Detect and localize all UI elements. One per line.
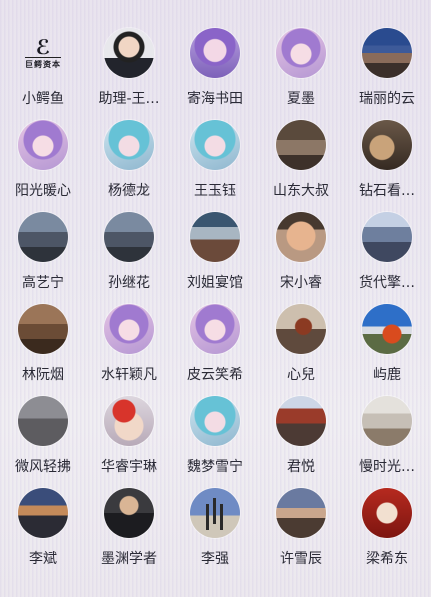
contact-name: 高艺宁	[22, 275, 64, 291]
contact-name: 慢时光…	[359, 459, 415, 475]
contact-item[interactable]: 魏梦雪宁	[172, 396, 258, 488]
store-photo-avatar	[362, 212, 412, 262]
contact-name: 许雪辰	[280, 551, 322, 567]
contact-name: 李强	[201, 551, 229, 567]
contact-item[interactable]: 阳光暖心	[0, 120, 86, 212]
contact-item[interactable]: 屿鹿	[344, 304, 430, 396]
hall-photo-avatar	[190, 212, 240, 262]
contact-item[interactable]: 孙继花	[86, 212, 172, 304]
contact-item[interactable]: 宋小睿	[258, 212, 344, 304]
anime-avatar	[104, 120, 154, 170]
gate-photo-avatar	[362, 396, 412, 446]
contact-item[interactable]: 许雪辰	[258, 488, 344, 580]
room-photo-avatar	[276, 120, 326, 170]
contact-grid: ℰ 巨鳄资本 小鳄鱼 助理-王… 寄海书田 夏墨 瑞丽的云 阳光暖心 杨德龙 王…	[0, 28, 431, 580]
contact-item[interactable]: 高艺宁	[0, 212, 86, 304]
contact-item[interactable]: 李强	[172, 488, 258, 580]
person-avatar	[104, 28, 154, 78]
contact-item[interactable]: 刘姐宴馆	[172, 212, 258, 304]
contact-name: 王玉钰	[194, 183, 236, 199]
tower-photo-avatar	[276, 396, 326, 446]
contact-name: 瑞丽的云	[359, 91, 415, 107]
logo-icon: ℰ 巨鳄资本	[18, 28, 68, 78]
xmas-avatar	[104, 396, 154, 446]
contact-item[interactable]: 王玉钰	[172, 120, 258, 212]
contact-name: 李斌	[29, 551, 57, 567]
contact-name: 小鳄鱼	[22, 91, 64, 107]
contact-name: 宋小睿	[280, 275, 322, 291]
contact-name: 心兒	[287, 367, 315, 383]
contact-item[interactable]: 货代擎…	[344, 212, 430, 304]
contact-name: 助理-王…	[98, 91, 160, 107]
contact-item[interactable]: 慢时光…	[344, 396, 430, 488]
contact-item[interactable]: 水轩颖凡	[86, 304, 172, 396]
contact-name: 皮云笑希	[187, 367, 243, 383]
red-avatar	[362, 488, 412, 538]
contact-name: 孙继花	[108, 275, 150, 291]
logo-text: 巨鳄资本	[25, 56, 61, 70]
pipe-photo-avatar	[18, 396, 68, 446]
contact-item[interactable]: 山东大叔	[258, 120, 344, 212]
contact-name: 山东大叔	[273, 183, 329, 199]
contact-item[interactable]: 林阮烟	[0, 304, 86, 396]
glass-photo-avatar	[276, 304, 326, 354]
contact-item[interactable]: 寄海书田	[172, 28, 258, 120]
contact-name: 货代擎…	[359, 275, 415, 291]
contact-name: 夏墨	[287, 91, 315, 107]
dusk-photo-avatar	[276, 488, 326, 538]
contact-name: 水轩颖凡	[101, 367, 157, 383]
suit-avatar	[104, 488, 154, 538]
anime-avatar	[190, 28, 240, 78]
city-photo-avatar	[362, 28, 412, 78]
street-photo-avatar	[104, 212, 154, 262]
contact-item[interactable]: 助理-王…	[86, 28, 172, 120]
contact-item[interactable]: 梁希东	[344, 488, 430, 580]
anime-avatar	[276, 28, 326, 78]
anime-avatar	[190, 304, 240, 354]
contact-name: 梁希东	[366, 551, 408, 567]
contact-name: 寄海书田	[187, 91, 243, 107]
contact-name: 阳光暖心	[15, 183, 71, 199]
contact-item[interactable]: 瑞丽的云	[344, 28, 430, 120]
logo-mark: ℰ	[35, 34, 51, 59]
contact-item[interactable]: 皮云笑希	[172, 304, 258, 396]
contact-item[interactable]: 君悦	[258, 396, 344, 488]
sky-photo-avatar	[362, 304, 412, 354]
contact-name: 君悦	[287, 459, 315, 475]
contact-item[interactable]: ℰ 巨鳄资本 小鳄鱼	[0, 28, 86, 120]
anime-avatar	[190, 120, 240, 170]
contact-name: 微风轻拂	[15, 459, 71, 475]
anime-avatar	[18, 120, 68, 170]
contact-item[interactable]: 微风轻拂	[0, 396, 86, 488]
contact-name: 杨德龙	[108, 183, 150, 199]
contact-item[interactable]: 李斌	[0, 488, 86, 580]
contact-item[interactable]: 心兒	[258, 304, 344, 396]
contact-name: 林阮烟	[22, 367, 64, 383]
face-avatar	[276, 212, 326, 262]
contact-item[interactable]: 华睿宇琳	[86, 396, 172, 488]
contact-name: 钻石看…	[359, 183, 415, 199]
contact-item[interactable]: 杨德龙	[86, 120, 172, 212]
contact-name: 华睿宇琳	[101, 459, 157, 475]
contact-item[interactable]: 墨渊学者	[86, 488, 172, 580]
cross-photo-avatar	[190, 488, 240, 538]
anime-avatar	[104, 304, 154, 354]
contact-name: 刘姐宴馆	[187, 275, 243, 291]
contact-item[interactable]: 夏墨	[258, 28, 344, 120]
contact-item[interactable]: 钻石看…	[344, 120, 430, 212]
street-photo-avatar	[18, 212, 68, 262]
contact-name: 墨渊学者	[101, 551, 157, 567]
food-photo-avatar	[362, 120, 412, 170]
wood-photo-avatar	[18, 304, 68, 354]
sunset-photo-avatar	[18, 488, 68, 538]
anime-avatar	[190, 396, 240, 446]
contact-name: 屿鹿	[373, 367, 401, 383]
contact-name: 魏梦雪宁	[187, 459, 243, 475]
